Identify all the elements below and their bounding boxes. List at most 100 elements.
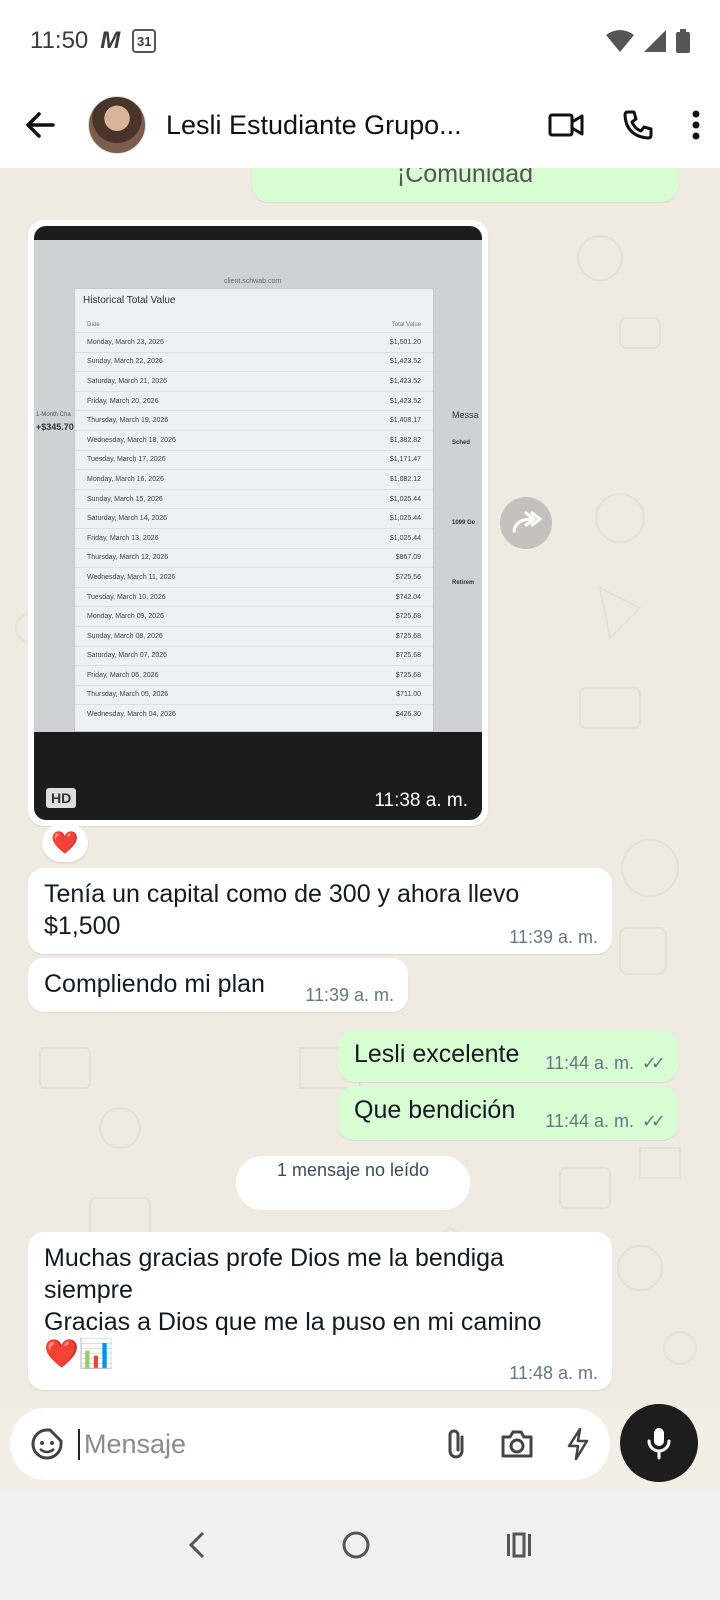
value-row: Monday, March 09, 2026 $725.68: [75, 606, 433, 626]
message-text: Que bendición: [354, 1096, 516, 1124]
message-text: Lesli excelente: [354, 1040, 520, 1068]
value-rows: Monday, March 23, 2026 $1,501.20 Sunday, M…: [75, 332, 433, 724]
row-date: Wednesday, March 11, 2026: [87, 573, 176, 581]
row-date: Sunday, March 22, 2026: [87, 358, 163, 366]
avatar[interactable]: [88, 96, 146, 154]
message-bubble-in[interactable]: Compliendo mi plan 11:39 a. m.: [28, 958, 408, 1012]
voice-record-button[interactable]: [620, 1404, 698, 1482]
row-value: $1,423.52: [389, 377, 421, 385]
signal-icon: [644, 30, 666, 52]
col-date: Date: [87, 322, 100, 328]
photo[interactable]: client.schwab.com 1-Month Cha +$345.70 M…: [34, 226, 482, 820]
message-bubble-out[interactable]: Que bendición 11:44 a. m. ✓✓: [338, 1086, 678, 1140]
system-nav-bar: [0, 1490, 720, 1600]
row-date: Sunday, March 08, 2026: [87, 632, 163, 640]
unread-divider: 1 mensaje no leído: [236, 1156, 470, 1210]
value-row: Saturday, March 07, 2026 $725.68: [75, 645, 433, 666]
message-time: 11:48 a. m.: [509, 1363, 598, 1383]
row-date: Wednesday, March 04, 2026: [87, 711, 176, 719]
row-value: $725.68: [395, 652, 421, 660]
message-time: 11:44 a. m.: [545, 1111, 634, 1131]
message-bubble-in[interactable]: Muchas gracias profe Dios me la bendiga …: [28, 1232, 612, 1390]
row-date: Thursday, March 19, 2026: [87, 417, 169, 425]
row-value: $1,025.44: [389, 515, 421, 523]
read-ticks-icon: ✓✓: [641, 1053, 666, 1073]
row-value: $426.30: [395, 711, 421, 719]
row-value: $725.56: [395, 573, 421, 581]
message-bubble-in[interactable]: Tenía un capital como de 300 y ahora lle…: [28, 868, 612, 954]
video-call-icon[interactable]: [548, 112, 584, 138]
col-value: Total Value: [391, 322, 421, 328]
chat-header: Lesli Estudiante Grupo...: [0, 82, 720, 168]
row-value: $1,382.82: [389, 436, 421, 444]
message-composer: Mensaje: [10, 1408, 610, 1480]
row-date: Thursday, March 12, 2026: [87, 554, 169, 562]
microphone-icon: [647, 1428, 671, 1460]
arrow-left-icon: [26, 112, 55, 138]
row-date: Sunday, March 15, 2026: [87, 495, 163, 503]
value-row: Wednesday, March 04, 2026 $426.30: [75, 704, 433, 724]
value-row: Sunday, March 22, 2026 $1,423.52: [75, 351, 433, 372]
carrier-logo-icon: M: [100, 27, 121, 54]
value-row: Thursday, March 19, 2026 $1,408.17: [75, 410, 433, 430]
back-button[interactable]: [20, 105, 60, 145]
hd-badge: HD: [46, 788, 77, 808]
forward-button[interactable]: [500, 497, 552, 549]
sticker-icon[interactable]: [30, 1427, 64, 1461]
right-label-3: 1099 Ge: [452, 520, 476, 526]
wifi-icon: [606, 30, 634, 52]
right-label-4: Retirem: [452, 580, 475, 586]
row-date: Friday, March 06, 2026: [87, 671, 159, 679]
nav-recents-icon[interactable]: [505, 1532, 533, 1558]
camera-icon[interactable]: [500, 1429, 534, 1459]
message-text: Compliendo mi plan: [44, 970, 265, 998]
value-row: Friday, March 20, 2026 $1,423.52: [75, 390, 433, 411]
message-bubble-out[interactable]: Lesli excelente 11:44 a. m. ✓✓: [338, 1030, 678, 1082]
row-date: Saturday, March 21, 2026: [87, 377, 168, 385]
reaction-badge[interactable]: ❤️: [42, 824, 88, 862]
value-row: Wednesday, March 11, 2026 $725.56: [75, 567, 433, 587]
chat-area[interactable]: ¡Comunidad client.schwab.com 1-Month Cha…: [0, 168, 720, 1408]
value-row: Saturday, March 21, 2026 $1,423.52: [75, 371, 433, 391]
message-input[interactable]: Mensaje: [78, 1428, 444, 1460]
status-time: 11:50: [30, 27, 89, 54]
side-value: +$345.70: [36, 422, 74, 432]
row-value: $742.04: [395, 593, 421, 601]
value-row: Thursday, March 05, 2026 $711.00: [75, 684, 433, 705]
row-value: $1,423.52: [389, 358, 421, 366]
image-message[interactable]: client.schwab.com 1-Month Cha +$345.70 M…: [28, 220, 488, 826]
value-row: Wednesday, March 18, 2026 $1,382.82: [75, 429, 433, 450]
attach-icon[interactable]: [444, 1427, 468, 1461]
row-value: $725.68: [395, 613, 421, 621]
side-label: 1-Month Cha: [36, 412, 71, 418]
nav-back-icon[interactable]: [187, 1530, 207, 1560]
right-label-2: Sched: [452, 440, 471, 446]
nav-home-icon[interactable]: [341, 1530, 371, 1560]
value-row: Monday, March 23, 2026 $1,501.20: [75, 332, 433, 352]
modal-title: Historical Total Value: [83, 295, 176, 306]
contact-name[interactable]: Lesli Estudiante Grupo...: [166, 110, 486, 141]
battery-icon: [676, 29, 690, 53]
value-row: Sunday, March 08, 2026 $725.68: [75, 625, 433, 646]
calendar-icon: 31: [132, 29, 157, 53]
message-bubble-out[interactable]: ¡Comunidad: [252, 168, 678, 202]
value-row: Saturday, March 14, 2026 $1,025.44: [75, 508, 433, 528]
message-time: 11:44 a. m.: [545, 1053, 634, 1073]
value-row: Tuesday, March 10, 2026 $742.04: [75, 586, 433, 607]
row-date: Saturday, March 14, 2026: [87, 515, 168, 523]
browser-url: client.schwab.com: [224, 278, 282, 285]
heart-icon: ❤️: [51, 830, 79, 855]
row-date: Monday, March 16, 2026: [87, 475, 164, 483]
message-text: Muchas gracias profe Dios me la bendiga …: [44, 1244, 504, 1304]
phone-call-icon[interactable]: [622, 109, 654, 141]
row-value: $1,423.52: [389, 397, 421, 405]
message-text: ¡Comunidad: [396, 168, 534, 188]
lightning-icon[interactable]: [566, 1427, 590, 1461]
row-date: Monday, March 09, 2026: [87, 613, 164, 621]
row-value: $711.00: [396, 691, 421, 699]
message-time: 11:39 a. m.: [509, 927, 598, 947]
more-options-icon[interactable]: [692, 110, 700, 140]
row-value: $1,082.12: [389, 475, 421, 483]
row-value: $1,501.20: [389, 338, 421, 346]
row-date: Thursday, March 05, 2026: [87, 691, 169, 699]
